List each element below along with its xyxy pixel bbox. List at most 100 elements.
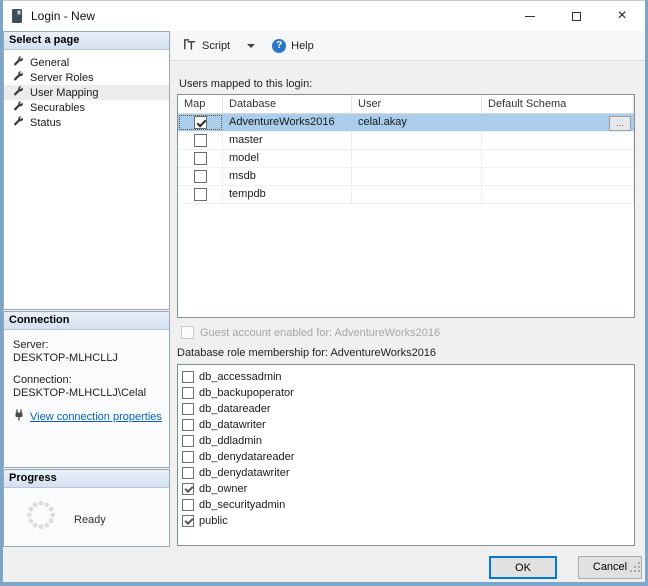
- table-body: AdventureWorks2016 celal.akay ... master…: [178, 114, 634, 204]
- connection-properties-icon: [13, 409, 25, 424]
- database-cell: msdb: [223, 168, 352, 185]
- role-list[interactable]: db_accessadmin db_backupoperator db_data…: [177, 364, 635, 546]
- role-item[interactable]: db_securityadmin: [182, 497, 634, 513]
- role-item[interactable]: db_datareader: [182, 401, 634, 417]
- user-cell: [352, 168, 482, 185]
- minimize-icon: [525, 15, 535, 17]
- maximize-icon: [571, 11, 581, 21]
- default-schema-cell: [482, 168, 634, 185]
- table-column-header: User: [352, 95, 482, 113]
- sidebar-page-item-label: Server Roles: [30, 71, 94, 84]
- script-dropdown-button[interactable]: [241, 41, 261, 51]
- minimize-button[interactable]: [507, 1, 553, 31]
- server-label: Server:: [13, 339, 49, 351]
- server-value: DESKTOP-MLHCLLJ: [13, 352, 118, 364]
- maximize-button[interactable]: [553, 1, 599, 31]
- connection-header: Connection: [4, 312, 169, 330]
- select-page-list: General Server Roles User Mapping Secura…: [4, 50, 169, 130]
- progress-pane: Progress Ready: [3, 469, 170, 547]
- map-checkbox[interactable]: [193, 170, 207, 183]
- table-row[interactable]: tempdb: [178, 186, 634, 204]
- default-schema-cell: [482, 186, 634, 203]
- help-button[interactable]: ? Help: [266, 36, 320, 56]
- role-item[interactable]: db_backupoperator: [182, 385, 634, 401]
- role-membership-label: Database role membership for: AdventureW…: [177, 347, 437, 359]
- table-row[interactable]: master: [178, 132, 634, 150]
- default-schema-cell: ...: [482, 114, 634, 131]
- default-schema-cell: [482, 132, 634, 149]
- role-name: public: [199, 515, 228, 527]
- map-checkbox[interactable]: [193, 116, 207, 129]
- wrench-icon: [13, 55, 24, 70]
- help-icon: ?: [272, 38, 287, 53]
- close-button[interactable]: ×: [599, 1, 645, 31]
- map-checkbox[interactable]: [193, 134, 207, 147]
- table-row[interactable]: AdventureWorks2016 celal.akay ...: [178, 114, 634, 132]
- role-name: db_owner: [199, 483, 248, 495]
- role-checkbox[interactable]: [182, 435, 194, 447]
- window-title: Login - New: [31, 9, 96, 23]
- script-icon: [182, 37, 197, 55]
- script-button[interactable]: Script: [176, 34, 236, 58]
- table-column-header: Database: [223, 95, 352, 113]
- role-item[interactable]: db_denydatawriter: [182, 465, 634, 481]
- role-name: db_datareader: [199, 403, 271, 415]
- login-new-dialog: Login - New × Select a page General Serv…: [0, 0, 648, 586]
- table-row[interactable]: model: [178, 150, 634, 168]
- login-dialog-icon: [11, 8, 23, 24]
- role-name: db_denydatareader: [199, 451, 295, 463]
- map-checkbox[interactable]: [193, 152, 207, 165]
- map-checkbox[interactable]: [193, 188, 207, 201]
- table-header: Map Database User Default Schema: [178, 95, 634, 114]
- table-row[interactable]: msdb: [178, 168, 634, 186]
- progress-spinner-icon: [26, 500, 56, 535]
- ok-button[interactable]: OK: [489, 556, 557, 579]
- select-page-header: Select a page: [4, 32, 169, 50]
- select-page-pane: Select a page General Server Roles User …: [3, 31, 170, 310]
- role-name: db_backupoperator: [199, 387, 294, 399]
- close-icon: ×: [617, 7, 627, 24]
- role-item[interactable]: public: [182, 513, 634, 529]
- role-checkbox[interactable]: [182, 451, 194, 463]
- resize-grip[interactable]: [630, 559, 640, 577]
- sidebar-page-item[interactable]: Server Roles: [4, 70, 169, 85]
- script-button-label: Script: [202, 39, 231, 52]
- role-checkbox[interactable]: [182, 419, 194, 431]
- sidebar-page-item-label: General: [30, 56, 70, 69]
- chevron-down-icon: [247, 43, 256, 48]
- title-bar[interactable]: Login - New ×: [3, 1, 645, 31]
- view-connection-properties-link[interactable]: View connection properties: [30, 411, 162, 423]
- users-mapping-table[interactable]: Map Database User Default Schema AdventureW…: [177, 94, 635, 318]
- wrench-icon: [13, 100, 24, 115]
- connection-label: Connection:: [13, 374, 72, 386]
- role-item[interactable]: db_denydatareader: [182, 449, 634, 465]
- role-name: db_securityadmin: [199, 499, 286, 511]
- sidebar-page-item[interactable]: Securables: [4, 100, 169, 115]
- role-item[interactable]: db_datawriter: [182, 417, 634, 433]
- role-checkbox[interactable]: [182, 371, 194, 383]
- role-checkbox[interactable]: [182, 467, 194, 479]
- guest-account-label: Guest account enabled for: AdventureWork…: [200, 326, 441, 339]
- connection-pane: Connection Server: DESKTOP-MLHCLLJ Conne…: [3, 311, 170, 468]
- role-checkbox[interactable]: [182, 403, 194, 415]
- role-item[interactable]: db_accessadmin: [182, 369, 634, 385]
- role-item[interactable]: db_owner: [182, 481, 634, 497]
- role-checkbox[interactable]: [182, 515, 194, 527]
- sidebar-page-item[interactable]: User Mapping: [4, 85, 169, 100]
- role-item[interactable]: db_ddladmin: [182, 433, 634, 449]
- sidebar-page-item[interactable]: Status: [4, 115, 169, 130]
- role-name: db_accessadmin: [199, 371, 282, 383]
- database-cell: AdventureWorks2016: [223, 114, 352, 131]
- role-checkbox[interactable]: [182, 483, 194, 495]
- default-schema-cell: [482, 150, 634, 167]
- sidebar-page-item[interactable]: General: [4, 55, 169, 70]
- role-checkbox[interactable]: [182, 499, 194, 511]
- browse-schema-button[interactable]: ...: [609, 116, 631, 131]
- connection-value: DESKTOP-MLHCLLJ\Celal: [13, 387, 147, 399]
- role-name: db_datawriter: [199, 419, 266, 431]
- role-name: db_denydatawriter: [199, 467, 290, 479]
- progress-status: Ready: [74, 514, 106, 526]
- user-cell: [352, 150, 482, 167]
- role-checkbox[interactable]: [182, 387, 194, 399]
- user-cell: [352, 132, 482, 149]
